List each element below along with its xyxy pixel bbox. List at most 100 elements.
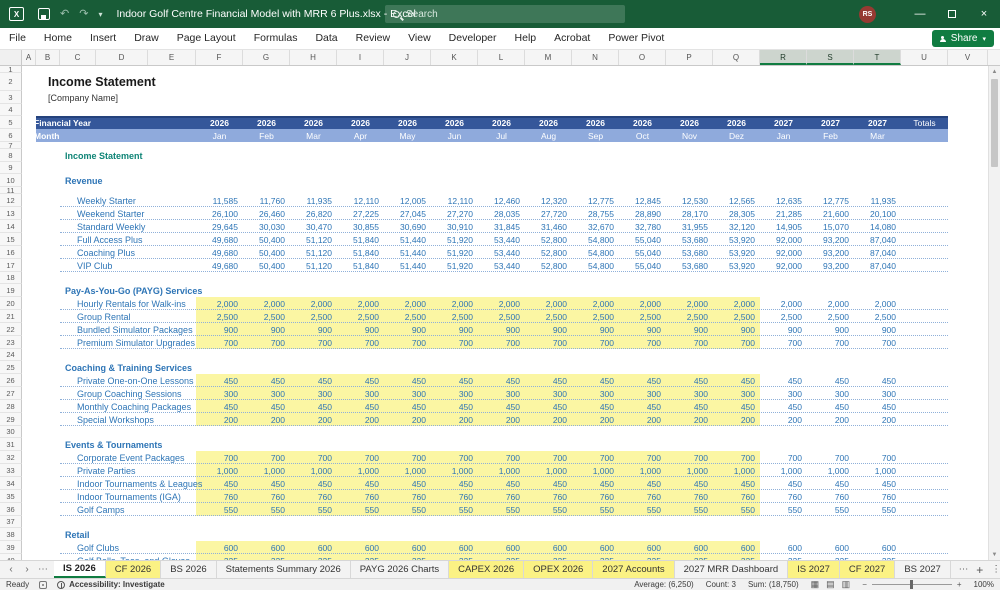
cell-value[interactable]: 450	[478, 400, 525, 413]
cell-value[interactable]: 30,030	[243, 220, 290, 233]
cell-value[interactable]: 550	[619, 503, 666, 516]
sheet-tab-capex-2026[interactable]: CAPEX 2026	[449, 561, 525, 578]
cell-value[interactable]: 700	[572, 336, 619, 349]
cell-value[interactable]: 2,000	[713, 297, 760, 310]
ribbon-tab-page-layout[interactable]: Page Layout	[168, 28, 245, 49]
ribbon-tab-review[interactable]: Review	[347, 28, 399, 49]
cell-value[interactable]: 450	[854, 374, 901, 387]
cell-value[interactable]: 450	[572, 477, 619, 490]
cell-value[interactable]: 300	[713, 387, 760, 400]
band-cell[interactable]: Feb	[807, 129, 854, 142]
cell-value[interactable]: 27,270	[431, 207, 478, 220]
sheet-tab-is-2027[interactable]: IS 2027	[788, 561, 840, 578]
column-header-Q[interactable]: Q	[713, 50, 760, 65]
cell-value[interactable]: 600	[431, 541, 478, 554]
cell-value[interactable]: 200	[760, 413, 807, 426]
cell-value[interactable]: 2,500	[713, 310, 760, 323]
cell-value[interactable]: 300	[760, 387, 807, 400]
band-cell[interactable]: Mar	[854, 129, 901, 142]
cell-value[interactable]: 450	[807, 400, 854, 413]
row-number[interactable]: 17	[0, 259, 22, 272]
zoom-in-icon[interactable]: +	[957, 580, 962, 589]
cell-value[interactable]: 300	[384, 387, 431, 400]
cell-value[interactable]: 200	[619, 413, 666, 426]
cell-value[interactable]: 28,170	[666, 207, 713, 220]
cell-value[interactable]: 700	[713, 336, 760, 349]
ribbon-tab-data[interactable]: Data	[306, 28, 346, 49]
share-button[interactable]: Share ▾	[931, 30, 994, 47]
cell-value[interactable]: 200	[572, 413, 619, 426]
cell-value[interactable]: 32,780	[619, 220, 666, 233]
search-box[interactable]	[385, 5, 625, 23]
cell-value[interactable]: 2,000	[572, 297, 619, 310]
row-number[interactable]: 27	[0, 387, 22, 400]
cell-value[interactable]: 550	[290, 503, 337, 516]
cell-value[interactable]: 51,440	[384, 259, 431, 272]
row-number[interactable]: 31	[0, 438, 22, 451]
cell-value[interactable]: 1,000	[525, 464, 572, 477]
column-header-M[interactable]: M	[525, 50, 572, 65]
cell-value[interactable]: 51,120	[290, 246, 337, 259]
cell-value[interactable]: 93,200	[807, 233, 854, 246]
band-cell[interactable]: Aug	[525, 129, 572, 142]
cell-value[interactable]: 54,800	[572, 246, 619, 259]
cell-value[interactable]: 2,000	[666, 297, 713, 310]
worksheet-grid[interactable]: 1 2 Income Statement 3 [Company Name] 4 5 Finan…	[0, 66, 1000, 560]
cell-value[interactable]: 325	[478, 554, 525, 561]
cell-value[interactable]: 27,225	[337, 207, 384, 220]
sheet-next-icon[interactable]: ›	[20, 564, 34, 575]
cell-value[interactable]: 550	[525, 503, 572, 516]
cell-value[interactable]: 450	[384, 477, 431, 490]
zoom-out-icon[interactable]: −	[862, 580, 867, 589]
cell-value[interactable]: 200	[666, 413, 713, 426]
band-cell[interactable]: May	[384, 129, 431, 142]
cell-value[interactable]: 450	[572, 374, 619, 387]
cell-value[interactable]: 760	[525, 490, 572, 503]
cell-value[interactable]: 12,460	[478, 194, 525, 207]
cell-value[interactable]: 700	[290, 451, 337, 464]
cell-value[interactable]: 20,100	[854, 207, 901, 220]
cell-value[interactable]: 12,530	[666, 194, 713, 207]
cell-value[interactable]: 300	[572, 387, 619, 400]
accessibility-status[interactable]: Accessibility: Investigate	[57, 580, 165, 589]
cell-value[interactable]: 28,035	[478, 207, 525, 220]
band-cell[interactable]: Jan	[760, 129, 807, 142]
cell-value[interactable]: 450	[431, 374, 478, 387]
cell-value[interactable]: 325	[384, 554, 431, 561]
cell-value[interactable]: 28,305	[713, 207, 760, 220]
cell-value[interactable]: 32,670	[572, 220, 619, 233]
cell-value[interactable]: 51,840	[337, 246, 384, 259]
cell-value[interactable]: 26,100	[196, 207, 243, 220]
cell-value[interactable]: 300	[431, 387, 478, 400]
cell-value[interactable]: 760	[619, 490, 666, 503]
cell-value[interactable]: 87,040	[854, 259, 901, 272]
cell-value[interactable]: 760	[431, 490, 478, 503]
cell-value[interactable]: 300	[525, 387, 572, 400]
cell-value[interactable]: 700	[666, 336, 713, 349]
cell-value[interactable]: 550	[337, 503, 384, 516]
cell-value[interactable]: 93,200	[807, 259, 854, 272]
zoom-slider-thumb[interactable]	[909, 580, 913, 589]
sheet-more-left-icon[interactable]: ⋯	[36, 564, 50, 575]
cell-value[interactable]: 600	[243, 541, 290, 554]
cell-value[interactable]: 11,585	[196, 194, 243, 207]
row-number[interactable]: 24	[0, 349, 22, 361]
column-header-N[interactable]: N	[572, 50, 619, 65]
band-cell[interactable]: 2026	[713, 116, 760, 129]
cell-value[interactable]: 325	[666, 554, 713, 561]
cell-value[interactable]: 450	[290, 477, 337, 490]
cell-value[interactable]: 200	[384, 413, 431, 426]
cell-value[interactable]: 700	[713, 451, 760, 464]
scroll-up-icon[interactable]: ▲	[989, 66, 1000, 77]
cell-value[interactable]: 1,000	[337, 464, 384, 477]
cell-value[interactable]: 2,000	[290, 297, 337, 310]
cell-value[interactable]: 600	[478, 541, 525, 554]
cell-value[interactable]: 550	[760, 503, 807, 516]
cell-value[interactable]: 1,000	[572, 464, 619, 477]
cell-value[interactable]: 28,755	[572, 207, 619, 220]
cell-value[interactable]: 32,120	[713, 220, 760, 233]
column-header-D[interactable]: D	[96, 50, 148, 65]
ribbon-tab-draw[interactable]: Draw	[125, 28, 168, 49]
cell-value[interactable]: 21,285	[760, 207, 807, 220]
cell-value[interactable]: 49,680	[196, 259, 243, 272]
